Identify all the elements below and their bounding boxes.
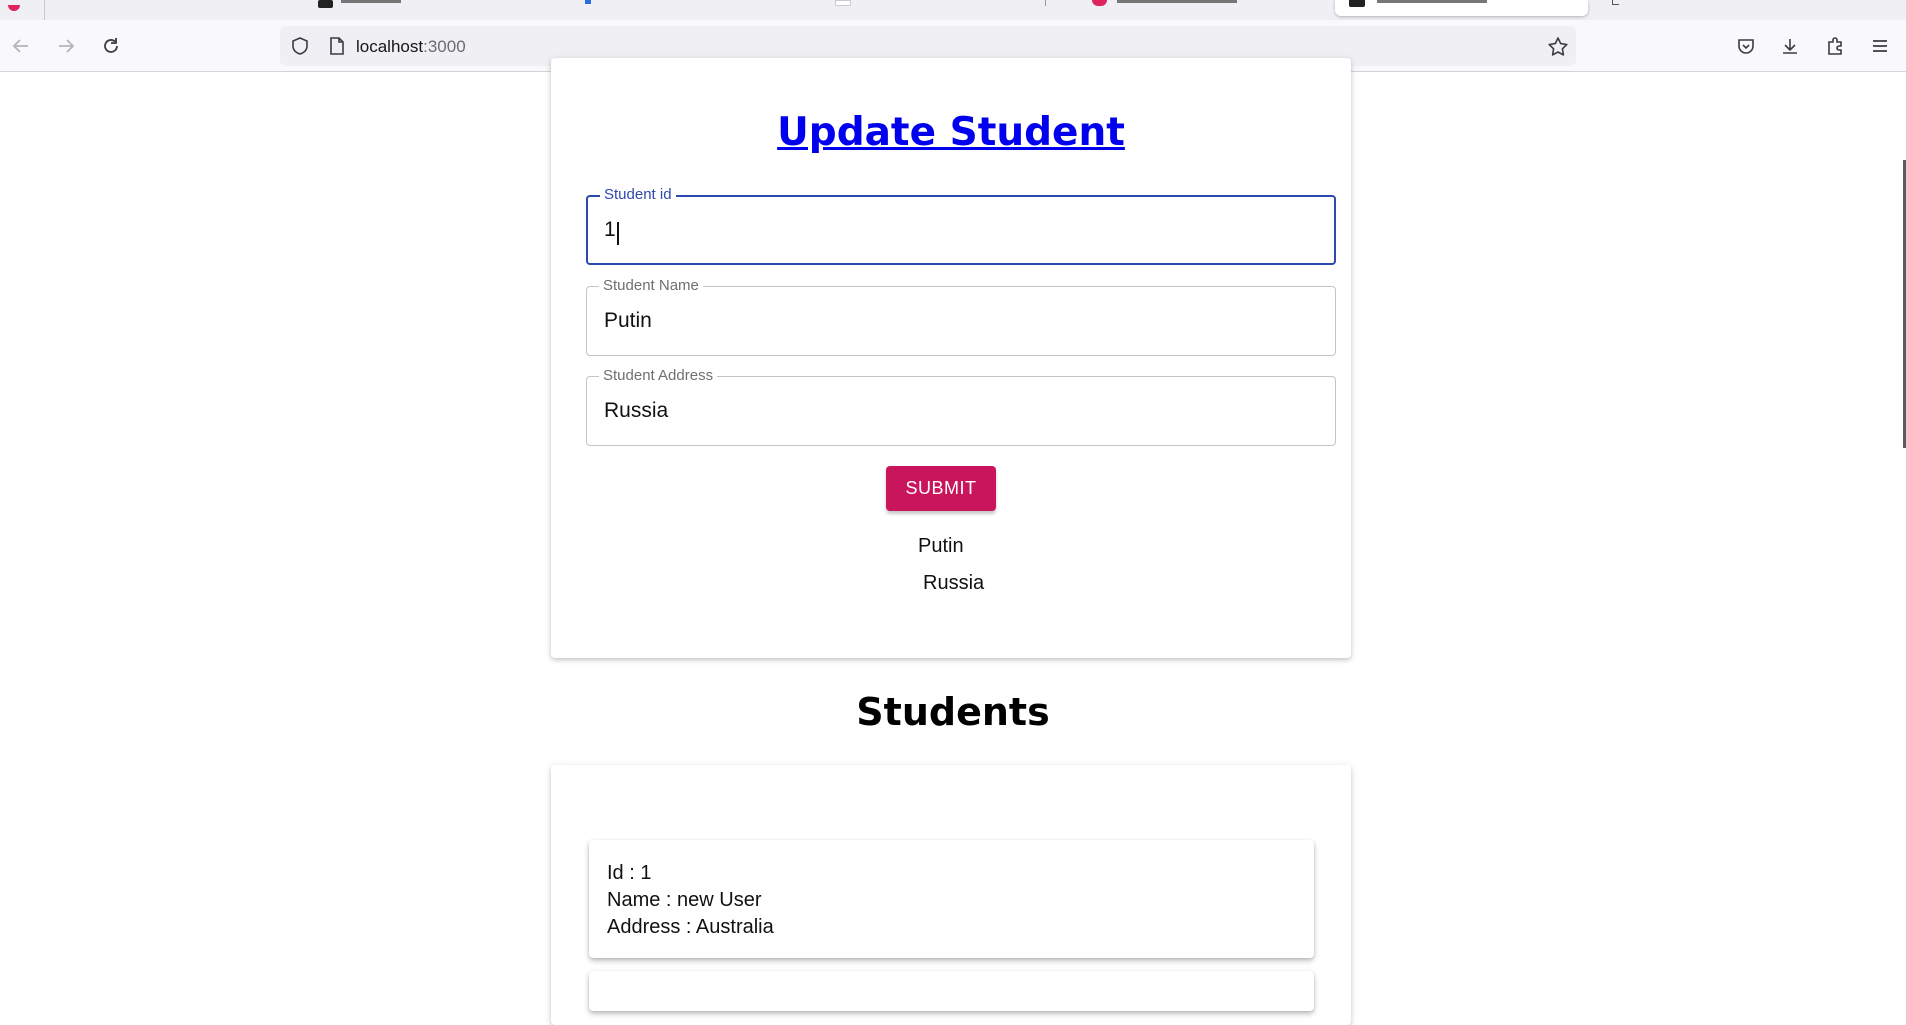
student-id-field[interactable]: Student id bbox=[586, 186, 1336, 265]
student-address-field[interactable]: Student Address bbox=[586, 367, 1336, 446]
pocket-button[interactable] bbox=[1733, 33, 1759, 59]
page-icon[interactable] bbox=[328, 36, 346, 56]
pocket-icon bbox=[1738, 39, 1754, 54]
student-name-label: Student Name bbox=[599, 277, 703, 295]
student-name-field[interactable]: Student Name bbox=[586, 277, 1336, 356]
url-text[interactable]: localhost:3000 bbox=[356, 37, 466, 57]
puzzle-icon bbox=[1828, 37, 1842, 55]
tab-item[interactable] bbox=[318, 0, 401, 14]
back-button[interactable] bbox=[8, 33, 34, 59]
tab-favicon-icon bbox=[318, 0, 333, 8]
student-id-input[interactable] bbox=[604, 218, 1304, 242]
student-id-text: Id : 1 bbox=[607, 862, 652, 884]
url-port: :3000 bbox=[423, 37, 466, 56]
tab-item[interactable] bbox=[585, 0, 591, 14]
reload-button[interactable] bbox=[98, 33, 124, 59]
shield-icon[interactable] bbox=[290, 36, 310, 56]
menu-button[interactable] bbox=[1867, 33, 1893, 59]
browser-menu-icon[interactable] bbox=[8, 0, 20, 14]
student-address-input[interactable] bbox=[604, 399, 1304, 423]
tab-item[interactable] bbox=[835, 0, 851, 14]
extensions-button[interactable] bbox=[1822, 33, 1848, 59]
student-list-item bbox=[589, 971, 1314, 1011]
student-address-label: Student Address bbox=[599, 367, 718, 385]
star-icon[interactable] bbox=[1547, 36, 1569, 58]
student-name-text: Name : new User bbox=[607, 889, 762, 911]
tab-title-fragment bbox=[1377, 0, 1487, 3]
hamburger-menu-icon bbox=[1873, 40, 1887, 52]
tab-favicon-icon bbox=[1349, 0, 1365, 7]
tab-overflow-icon[interactable] bbox=[1612, 0, 1619, 14]
student-address-text: Address : Australia bbox=[607, 916, 774, 938]
downloads-button[interactable] bbox=[1777, 33, 1803, 59]
download-icon bbox=[1783, 39, 1797, 54]
tab-divider bbox=[44, 0, 45, 20]
arrow-right-icon bbox=[59, 39, 75, 53]
student-name-input[interactable] bbox=[604, 309, 1304, 333]
forward-button[interactable] bbox=[53, 33, 79, 59]
student-list-item: Id : 1 Name : new User Address : Austral… bbox=[589, 840, 1314, 958]
text-caret bbox=[617, 222, 619, 245]
update-student-card: Update Student bbox=[551, 58, 1351, 658]
student-id-label: Student id bbox=[600, 186, 676, 204]
echo-student-address: Russia bbox=[923, 572, 985, 594]
students-heading: Students bbox=[856, 690, 1050, 734]
tab-strip bbox=[0, 0, 1906, 20]
arrow-left-icon bbox=[12, 39, 28, 53]
reload-icon bbox=[104, 38, 118, 53]
url-host: localhost bbox=[356, 37, 424, 56]
active-tab[interactable] bbox=[1335, 0, 1588, 16]
page-title-link[interactable]: Update Student bbox=[551, 110, 1351, 155]
tab-item[interactable] bbox=[1092, 0, 1237, 14]
tab-item[interactable] bbox=[1045, 0, 1046, 14]
submit-button[interactable]: SUBMIT bbox=[886, 466, 996, 511]
echo-student-name: Putin bbox=[918, 535, 964, 557]
